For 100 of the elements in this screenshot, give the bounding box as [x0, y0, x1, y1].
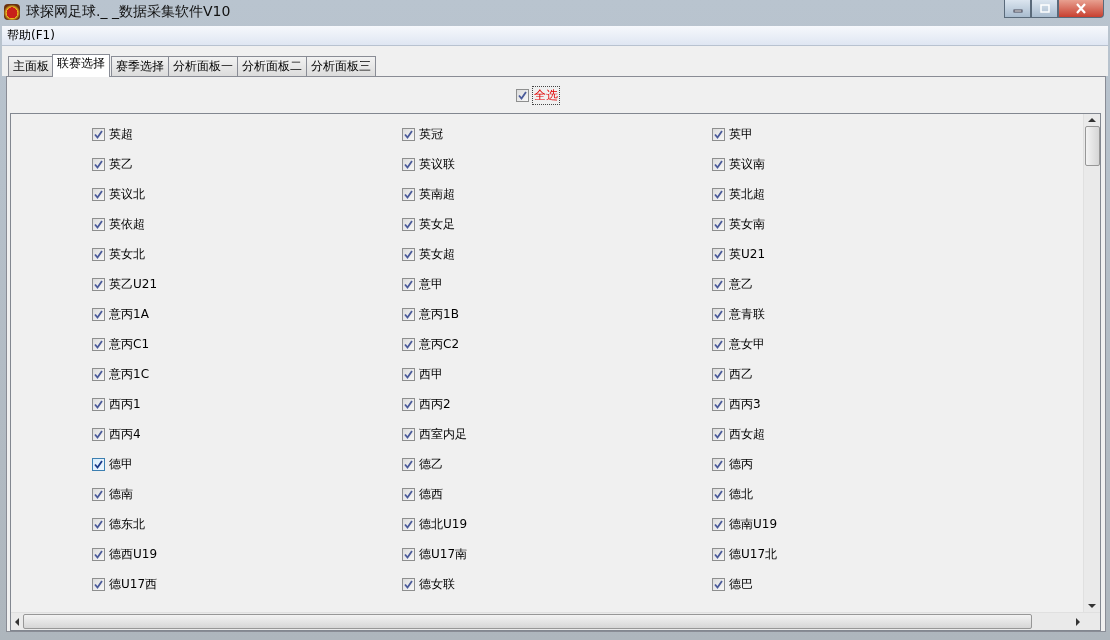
- league-label[interactable]: 德女联: [419, 575, 455, 593]
- league-label[interactable]: 英北超: [729, 185, 765, 203]
- checkbox[interactable]: [402, 337, 415, 351]
- league-label[interactable]: 英女南: [729, 215, 765, 233]
- league-label[interactable]: 德U17北: [729, 545, 778, 563]
- checkbox[interactable]: [92, 337, 105, 351]
- league-label[interactable]: 德北U19: [419, 515, 468, 533]
- league-label[interactable]: 英甲: [729, 125, 753, 143]
- checkbox[interactable]: [712, 307, 725, 321]
- checkbox[interactable]: [712, 127, 725, 141]
- league-label[interactable]: 西丙1: [109, 395, 141, 413]
- checkbox[interactable]: [712, 187, 725, 201]
- checkbox[interactable]: [712, 277, 725, 291]
- league-label[interactable]: 意女甲: [729, 335, 765, 353]
- checkbox[interactable]: [402, 457, 415, 471]
- league-label[interactable]: 英议联: [419, 155, 455, 173]
- checkbox[interactable]: [92, 397, 105, 411]
- checkbox[interactable]: [402, 397, 415, 411]
- checkbox[interactable]: [402, 277, 415, 291]
- checkbox[interactable]: [402, 307, 415, 321]
- league-label[interactable]: 德东北: [109, 515, 145, 533]
- checkbox[interactable]: [92, 187, 105, 201]
- checkbox[interactable]: [712, 427, 725, 441]
- league-label[interactable]: 意丙1A: [109, 305, 149, 323]
- league-label[interactable]: 德西U19: [109, 545, 158, 563]
- checkbox[interactable]: [402, 157, 415, 171]
- minimize-button[interactable]: [1004, 0, 1031, 18]
- league-label[interactable]: 英超: [109, 125, 133, 143]
- tab[interactable]: 分析面板二: [237, 56, 307, 76]
- league-label[interactable]: 意丙1C: [109, 365, 149, 383]
- league-label[interactable]: 英议北: [109, 185, 145, 203]
- checkbox[interactable]: [92, 457, 105, 471]
- league-label[interactable]: 德北: [729, 485, 753, 503]
- checkbox[interactable]: [402, 427, 415, 441]
- league-label[interactable]: 英依超: [109, 215, 145, 233]
- checkbox[interactable]: [712, 157, 725, 171]
- checkbox[interactable]: [712, 577, 725, 591]
- league-label[interactable]: 英乙: [109, 155, 133, 173]
- checkbox[interactable]: [92, 367, 105, 381]
- vertical-scrollbar[interactable]: [1083, 114, 1100, 612]
- league-label[interactable]: 德U17南: [419, 545, 468, 563]
- league-label[interactable]: 西甲: [419, 365, 443, 383]
- league-label[interactable]: 德南: [109, 485, 133, 503]
- checkbox[interactable]: [402, 127, 415, 141]
- league-label[interactable]: 英南超: [419, 185, 455, 203]
- checkbox[interactable]: [92, 307, 105, 321]
- tab[interactable]: 主面板: [8, 56, 54, 76]
- league-label[interactable]: 西丙2: [419, 395, 451, 413]
- checkbox[interactable]: [712, 217, 725, 231]
- checkbox[interactable]: [712, 517, 725, 531]
- select-all-label[interactable]: 全选: [532, 85, 560, 105]
- checkbox[interactable]: [712, 367, 725, 381]
- league-label[interactable]: 英U21: [729, 245, 766, 263]
- league-label[interactable]: 英女足: [419, 215, 455, 233]
- league-label[interactable]: 德丙: [729, 455, 753, 473]
- tab[interactable]: 分析面板一: [168, 56, 238, 76]
- horizontal-scrollbar[interactable]: [11, 612, 1100, 630]
- league-label[interactable]: 意青联: [729, 305, 765, 323]
- league-label[interactable]: 西乙: [729, 365, 753, 383]
- checkbox[interactable]: [712, 337, 725, 351]
- checkbox[interactable]: [402, 187, 415, 201]
- league-label[interactable]: 德巴: [729, 575, 753, 593]
- league-label[interactable]: 西女超: [729, 425, 765, 443]
- league-label[interactable]: 德乙: [419, 455, 443, 473]
- tab[interactable]: 分析面板三: [306, 56, 376, 76]
- league-label[interactable]: 德西: [419, 485, 443, 503]
- close-button[interactable]: [1058, 0, 1104, 18]
- league-label[interactable]: 西室内足: [419, 425, 467, 443]
- league-label[interactable]: 英女超: [419, 245, 455, 263]
- maximize-button[interactable]: [1031, 0, 1058, 18]
- league-label[interactable]: 英冠: [419, 125, 443, 143]
- checkbox[interactable]: [402, 247, 415, 261]
- checkbox[interactable]: [92, 277, 105, 291]
- league-label[interactable]: 意甲: [419, 275, 443, 293]
- checkbox[interactable]: [92, 247, 105, 261]
- checkbox[interactable]: [402, 217, 415, 231]
- checkbox[interactable]: [712, 457, 725, 471]
- tab[interactable]: 联赛选择: [52, 54, 110, 77]
- checkbox[interactable]: [402, 487, 415, 501]
- help-menu[interactable]: 帮助(F1): [7, 27, 55, 44]
- checkbox[interactable]: [516, 88, 529, 102]
- checkbox[interactable]: [92, 127, 105, 141]
- checkbox[interactable]: [712, 487, 725, 501]
- checkbox[interactable]: [92, 577, 105, 591]
- checkbox[interactable]: [402, 547, 415, 561]
- checkbox[interactable]: [92, 217, 105, 231]
- checkbox[interactable]: [92, 157, 105, 171]
- league-label[interactable]: 意丙C2: [419, 335, 459, 353]
- checkbox[interactable]: [712, 547, 725, 561]
- league-label[interactable]: 英乙U21: [109, 275, 158, 293]
- checkbox[interactable]: [92, 427, 105, 441]
- checkbox[interactable]: [402, 367, 415, 381]
- tab[interactable]: 赛季选择: [111, 56, 169, 76]
- checkbox[interactable]: [712, 247, 725, 261]
- checkbox[interactable]: [712, 397, 725, 411]
- checkbox[interactable]: [402, 577, 415, 591]
- league-label[interactable]: 英议南: [729, 155, 765, 173]
- checkbox[interactable]: [402, 517, 415, 531]
- checkbox[interactable]: [92, 547, 105, 561]
- league-label[interactable]: 德U17西: [109, 575, 158, 593]
